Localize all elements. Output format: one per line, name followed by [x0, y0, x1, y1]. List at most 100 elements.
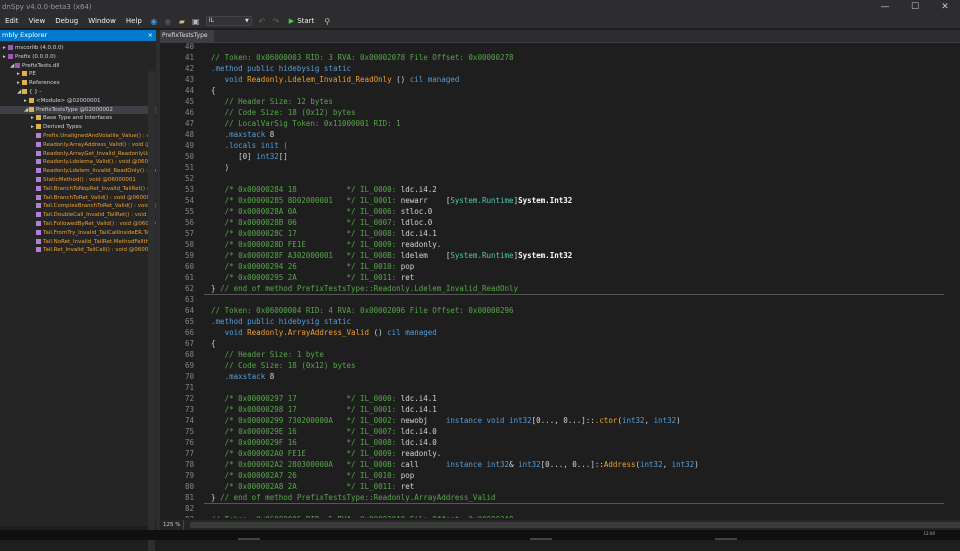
tree-node[interactable]: Readonly.ArrayGet_Invalid_ReadonlyUne — [0, 150, 156, 159]
menu-help[interactable]: Help — [121, 17, 147, 25]
code-token: newobj — [400, 416, 446, 425]
language-select[interactable]: IL ▼ — [205, 16, 252, 26]
tree-node[interactable]: StaticMethod() : void @06000001 — [0, 176, 156, 185]
maximize-button[interactable]: ☐ — [900, 0, 930, 14]
line-number: 43 — [184, 75, 194, 84]
code-token: /* 0x00000297 17 */ IL_0000: — [202, 394, 401, 403]
tree-node[interactable]: Tail.Ret_Invalid_TailCall() : void @0600… — [0, 246, 156, 255]
line-number: 54 — [184, 196, 194, 205]
tree-node[interactable]: Tail.ComplexBranchToRet_Valid() : void @ — [0, 202, 156, 211]
method-icon — [36, 168, 41, 174]
code-token: /* 0x0000028C 17 */ IL_0008: — [202, 229, 401, 238]
tree-node[interactable]: ▸ Derived Types — [0, 123, 156, 132]
code-text: .locals init ( — [202, 140, 288, 151]
code-token: // LocalVarSig Token: 0x11000001 RID: 1 — [202, 119, 401, 128]
tree-node[interactable]: Tail.DoubleCall_Invalid_TailRet() : void… — [0, 211, 156, 220]
tree-node[interactable]: ▸ <Module> @02000001 — [0, 97, 156, 106]
code-token: 8 — [265, 372, 275, 381]
code-line: 65 .method public hidebysig static — [160, 316, 960, 327]
code-line: 43 void Readonly.Ldelem_Invalid_ReadOnly… — [160, 74, 960, 85]
code-token: System.Int32 — [518, 251, 573, 260]
close-icon[interactable]: × — [148, 30, 153, 41]
code-line: 41 // Token: 0x06000003 RID: 3 RVA: 0x00… — [160, 52, 960, 63]
menu-view[interactable]: View — [24, 17, 51, 25]
save-icon[interactable]: ▣ — [191, 16, 201, 26]
code-text: // Token: 0x06000005 RID: 5 RVA: 0x00002… — [202, 514, 514, 518]
code-token: /* 0x00000284 18 */ IL_0000: — [202, 185, 401, 194]
tree-node[interactable]: Tail.BranchToRet_Valid() : void @060000 — [0, 194, 156, 203]
menu-debug[interactable]: Debug — [50, 17, 83, 25]
tree-node[interactable]: ◢ PrefixTests.dll — [0, 62, 156, 71]
play-icon: ▶ — [288, 17, 295, 25]
tree-node[interactable]: Readonly.ArrayAddress_Valid() : void @0 — [0, 141, 156, 150]
tree-node-label: Tail.FollowedByRet_Valid() : void @06000 — [43, 220, 156, 227]
tree-node[interactable]: ◢ PrefixTestsType @02000002 — [0, 105, 156, 115]
code-line: 61 /* 0x00000295 2A */ IL_0011: ret — [160, 272, 960, 283]
code-editor[interactable]: 40 41 // Token: 0x06000003 RID: 3 RVA: 0x… — [160, 43, 960, 518]
tree-node[interactable]: ▸ Prefix (0.0.0.0) — [0, 53, 156, 62]
tree-node[interactable]: Tail.FollowedByRet_Valid() : void @06000 — [0, 220, 156, 229]
line-number: 52 — [184, 174, 194, 183]
open-folder-icon[interactable]: ▰ — [177, 16, 187, 26]
explorer-scrollbar[interactable] — [148, 71, 155, 551]
tree-node[interactable]: ▸ mscorlib (4.0.0.0) — [0, 44, 156, 53]
tree-node[interactable]: Tail.FromTry_Invalid_TailCallInsideER.Ta… — [0, 229, 156, 238]
line-number: 48 — [184, 130, 194, 139]
line-number: 72 — [184, 394, 194, 403]
code-line: 77 /* 0x000002A0 FE1E */ IL_0009: readon… — [160, 448, 960, 459]
undo-icon[interactable]: ↶ — [257, 16, 267, 26]
horizontal-scrollbar[interactable] — [190, 522, 960, 528]
start-button[interactable]: ▶ Start — [289, 17, 315, 25]
code-token: // Code Size: 18 (0x12) bytes — [202, 108, 356, 117]
code-line: 49 .locals init ( — [160, 140, 960, 151]
tree-node[interactable]: ▸ Base Type and Interfaces — [0, 114, 156, 123]
redo-icon[interactable]: ↷ — [271, 16, 281, 26]
code-text: // Token: 0x06000003 RID: 3 RVA: 0x00002… — [202, 52, 514, 63]
close-window-button[interactable]: ✕ — [930, 0, 960, 14]
code-token: ldc.i4.1 — [400, 229, 437, 238]
search-icon[interactable]: ⚲ — [322, 16, 332, 26]
code-line: 46 // Code Size: 18 (0x12) bytes — [160, 107, 960, 118]
menu-edit[interactable]: Edit — [0, 17, 24, 25]
app-title: dnSpy v4.0.0-beta3 (x64) — [2, 3, 92, 11]
line-number: 64 — [184, 306, 194, 315]
code-line: 52 — [160, 173, 960, 184]
code-token: ret — [400, 482, 415, 491]
tree-node[interactable]: Tail.BranchToNopRet_Invalid_TailRet() : … — [0, 185, 156, 194]
tree-node-label: Tail.BranchToNopRet_Invalid_TailRet() : … — [43, 185, 154, 192]
tree-node-label: PE — [29, 71, 36, 78]
tree-node[interactable]: ▸ References — [0, 79, 156, 88]
tree-node[interactable]: ◢{ } - — [0, 88, 156, 97]
tree-node[interactable]: Prefix.UnalignedAndVolatile_Value() : vo… — [0, 132, 156, 141]
code-token: System.Runtime — [450, 251, 514, 260]
line-number: 55 — [184, 207, 194, 216]
code-token: { — [202, 339, 216, 348]
chevron-down-icon: ▼ — [244, 18, 249, 24]
tab-prefixteststype[interactable]: PrefixTestsType — [160, 30, 214, 42]
minimize-button[interactable]: — — [870, 0, 900, 14]
tree-node[interactable]: ▸ PE — [0, 70, 156, 79]
forward-icon[interactable]: ◉ — [163, 16, 173, 26]
code-token: // Header Size: 1 byte — [202, 350, 324, 359]
code-token: System.Runtime — [450, 196, 514, 205]
code-line: 80 /* 0x000002A8 2A */ IL_0011: ret — [160, 481, 960, 492]
code-text: /* 0x0000028B 06 */ IL_0007: ldloc.0 — [202, 217, 433, 228]
code-token: void — [202, 75, 248, 84]
line-number: 69 — [184, 361, 194, 370]
zoom-level[interactable]: 125 % — [160, 520, 185, 530]
code-line: 40 — [160, 43, 960, 52]
code-token: int32 — [621, 416, 645, 425]
code-token: int32 — [671, 460, 695, 469]
tree-node[interactable]: Readonly.Ldelema_Valid() : void @0600 — [0, 158, 156, 167]
back-icon[interactable]: ◉ — [149, 16, 159, 26]
line-number: 74 — [184, 416, 194, 425]
code-text: /* 0x00000285 8D02000001 */ IL_0001: new… — [202, 195, 573, 206]
tree-node[interactable]: Tail.NoRet_Invalid_TailRet.MethodFallthr — [0, 238, 156, 247]
tree-node[interactable]: Readonly.Ldelem_Invalid_ReadOnly() : vo — [0, 167, 156, 176]
code-token: newarr [ — [400, 196, 451, 205]
line-number: 75 — [184, 427, 194, 436]
tree-node-label: Tail.ComplexBranchToRet_Valid() : void @ — [43, 203, 156, 210]
menu-window[interactable]: Window — [83, 17, 121, 25]
line-number: 65 — [184, 317, 194, 326]
line-number: 60 — [184, 262, 194, 271]
